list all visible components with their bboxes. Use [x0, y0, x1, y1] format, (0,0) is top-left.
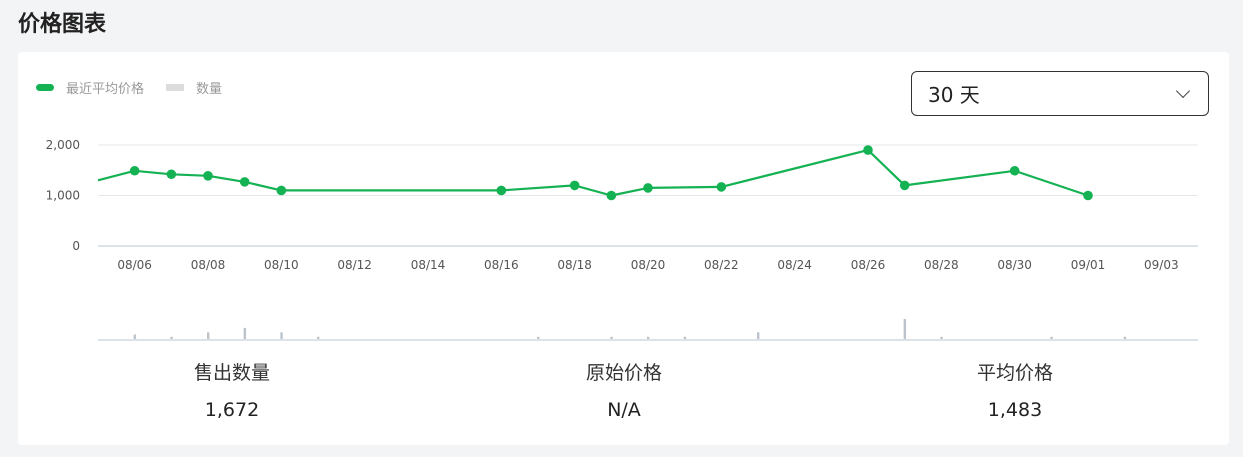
x-tick-label: 09/03	[1144, 258, 1179, 272]
stat-average-price-label: 平均价格	[976, 362, 1053, 384]
x-tick-label: 08/06	[117, 258, 152, 272]
stat-sold-quantity-value: 1,672	[204, 399, 260, 421]
price-point	[203, 171, 213, 181]
quantity-bar	[317, 336, 320, 339]
stat-sold-quantity: 售出数量 1,672	[132, 358, 332, 421]
quantity-bar	[940, 336, 943, 339]
x-tick-label: 08/30	[997, 258, 1032, 272]
y-tick-label: 0	[72, 239, 80, 253]
quantity-bar	[207, 332, 210, 339]
x-tick-label: 08/22	[704, 258, 739, 272]
price-point	[496, 185, 507, 196]
legend-swatch-quantity	[166, 84, 185, 91]
quantity-bar	[610, 336, 613, 339]
x-tick-label: 08/26	[851, 258, 886, 272]
chevron-down-icon	[1175, 83, 1191, 98]
legend-item-avg-price[interactable]: 最近平均价格	[36, 78, 144, 97]
y-tick-label: 1,000	[46, 189, 80, 203]
stat-sold-quantity-label: 售出数量	[193, 362, 270, 384]
price-point	[1083, 190, 1093, 201]
quantity-bar	[683, 336, 687, 339]
price-point	[166, 169, 177, 180]
stat-average-price-value: 1,483	[987, 399, 1043, 421]
stat-original-price-value: N/A	[607, 399, 641, 421]
x-tick-label: 08/08	[191, 258, 226, 272]
price-chart-card: 最近平均价格 数量 30 天 0 1,000 2,000 08/06 08/08 08/1…	[18, 52, 1229, 445]
stat-average-price: 平均价格 1,483	[915, 358, 1115, 421]
price-point	[716, 182, 727, 192]
price-point	[643, 183, 653, 193]
legend-label-quantity: 数量	[196, 82, 223, 97]
price-point	[129, 165, 140, 176]
x-tick-label: 08/20	[631, 258, 666, 272]
price-point	[239, 177, 250, 187]
x-tick-label: 08/16	[484, 258, 519, 272]
x-tick-label: 08/24	[777, 258, 812, 272]
page-title: 价格图表	[18, 12, 107, 37]
price-line-chart: 0 1,000 2,000 08/06 08/08 08/10 08/12 08/14 08/1…	[46, 138, 1198, 341]
price-point	[899, 180, 910, 191]
quantity-bar	[1050, 336, 1053, 339]
quantity-bar	[537, 336, 540, 339]
price-point	[606, 190, 617, 201]
legend-label-avg-price: 最近平均价格	[66, 82, 145, 97]
stat-original-price-label: 原始价格	[585, 362, 662, 384]
x-tick-label: 08/28	[924, 258, 959, 272]
quantity-bar	[647, 336, 650, 339]
x-tick-label: 08/10	[264, 258, 299, 272]
x-tick-label: 08/14	[411, 258, 446, 272]
quantity-bar	[170, 336, 173, 339]
price-line	[97, 149, 1089, 197]
quantity-bar	[243, 327, 247, 339]
x-tick-label: 08/18	[557, 258, 592, 272]
x-tick-label: 08/12	[337, 258, 372, 272]
quantity-bar	[280, 332, 283, 339]
legend-item-quantity[interactable]: 数量	[166, 78, 222, 97]
quantity-bar	[757, 332, 760, 339]
stat-original-price: 原始价格 N/A	[524, 358, 724, 421]
price-point	[1009, 165, 1020, 176]
chart-legend: 最近平均价格 数量	[36, 78, 222, 97]
price-point	[863, 145, 873, 155]
x-tick-label: 09/01	[1071, 258, 1106, 272]
quantity-bar	[903, 319, 907, 339]
quantity-bar	[1123, 336, 1127, 339]
quantity-bar	[133, 334, 137, 339]
y-tick-label: 2,000	[46, 138, 80, 152]
price-point	[276, 185, 287, 196]
price-point	[569, 180, 580, 191]
legend-swatch-avg-price	[36, 84, 54, 91]
